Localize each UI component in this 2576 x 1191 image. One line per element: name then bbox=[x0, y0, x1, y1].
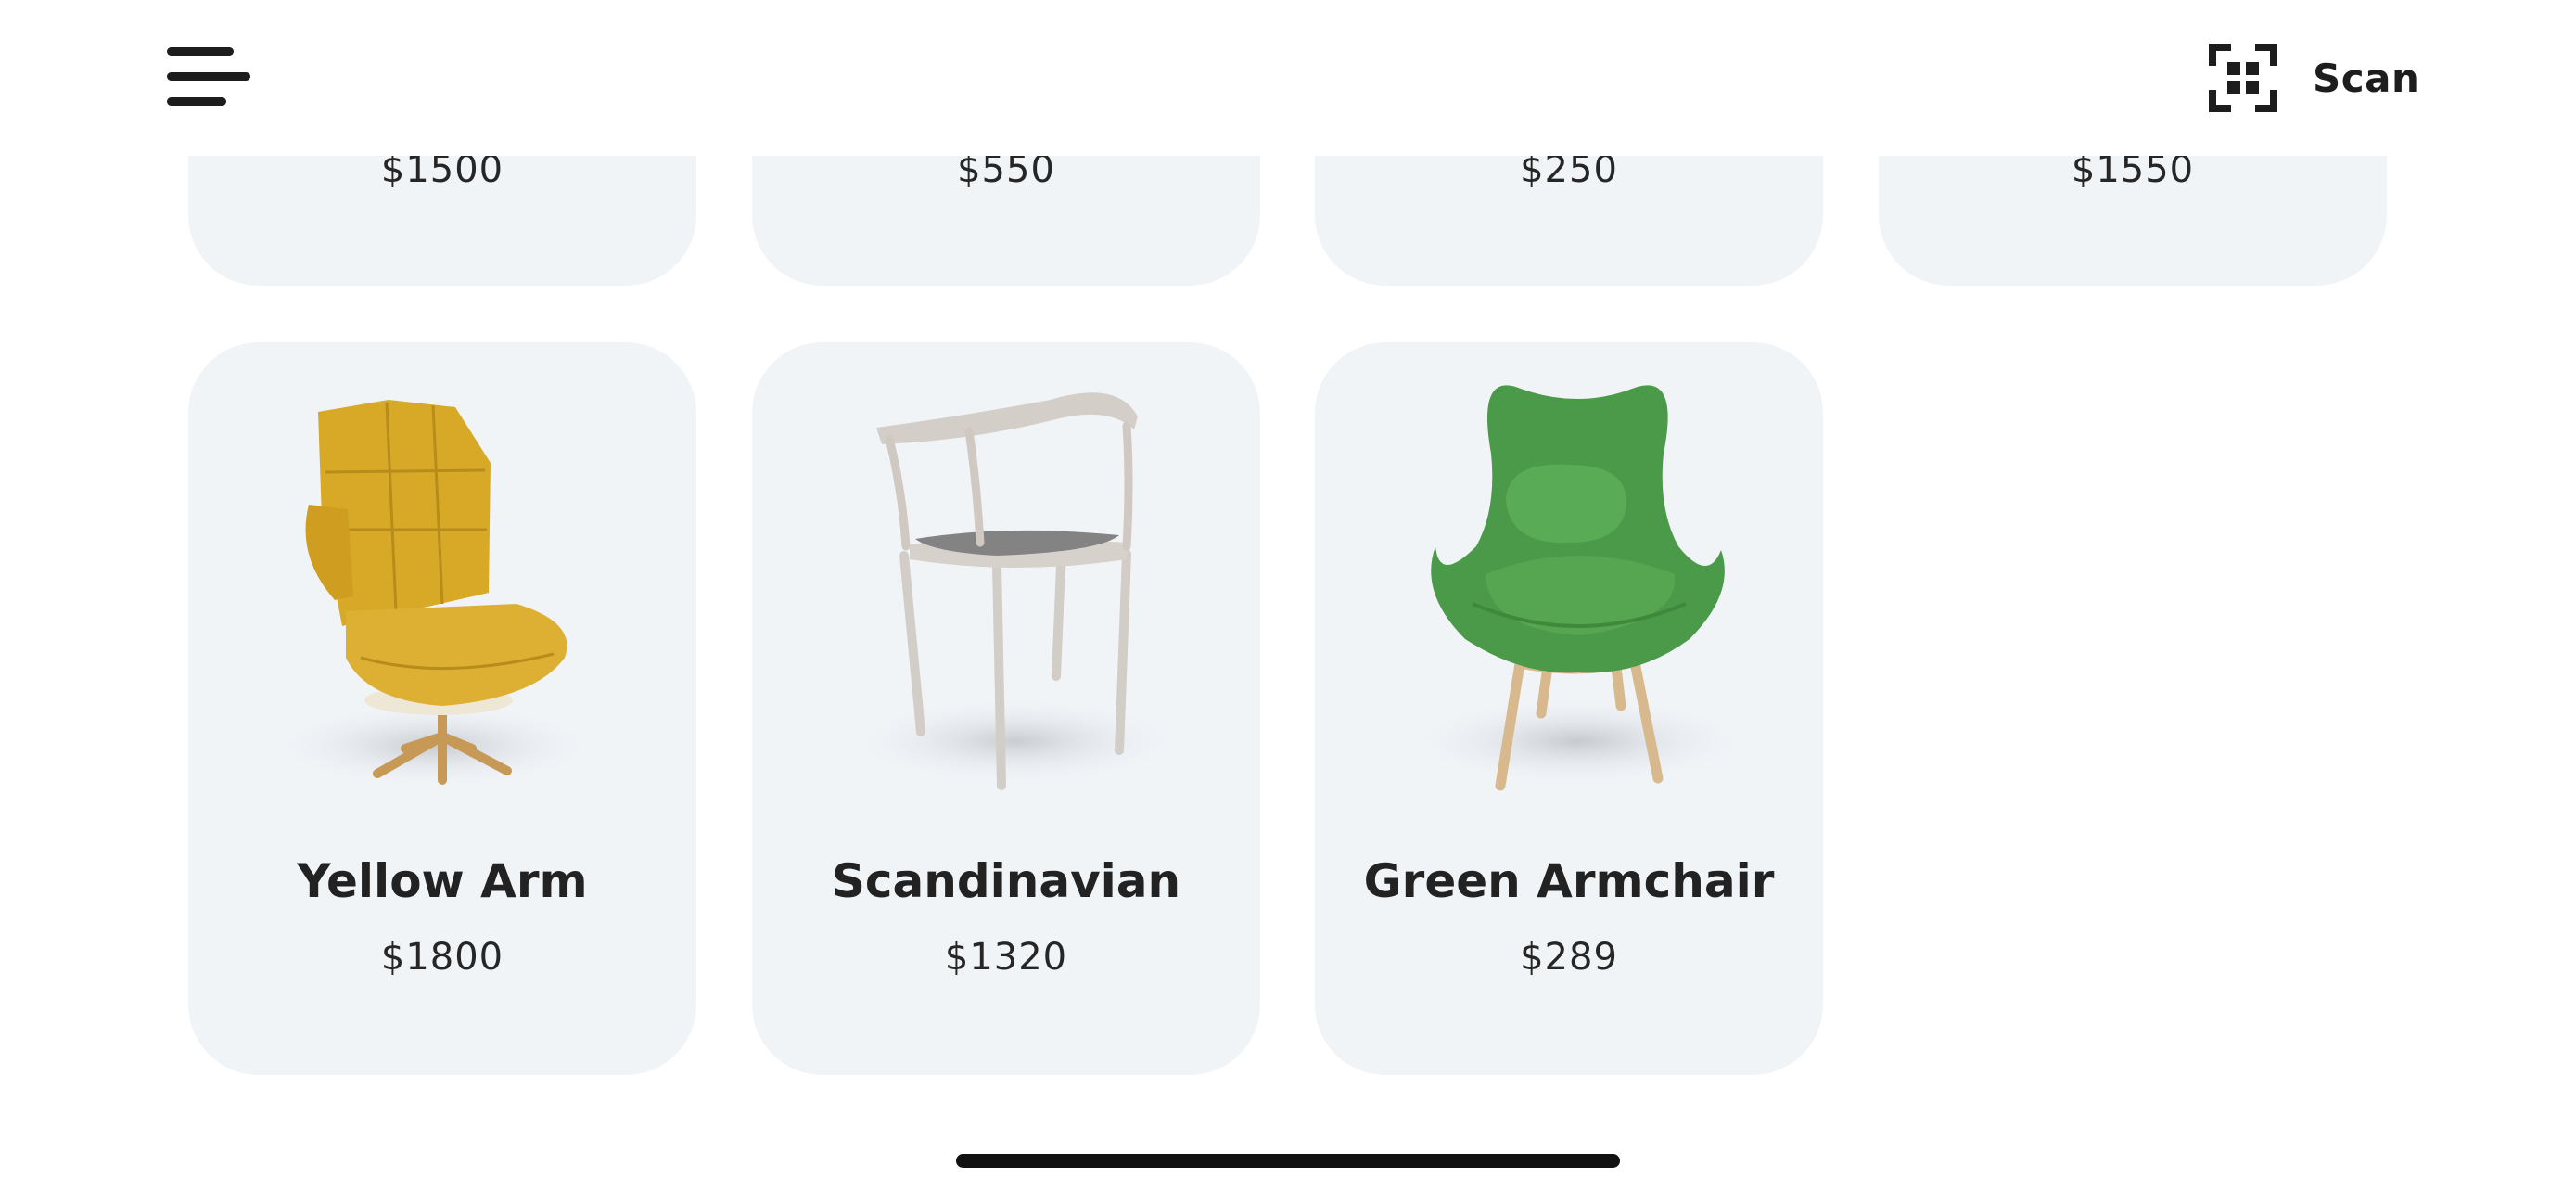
menu-line bbox=[167, 72, 250, 81]
green-armchair-image bbox=[1411, 385, 1745, 791]
product-card-yellow-arm[interactable]: Yellow Arm $1800 bbox=[188, 342, 696, 1075]
product-price: $1800 bbox=[380, 936, 504, 979]
menu-line bbox=[167, 97, 226, 106]
scandinavian-wood-chair-image bbox=[853, 392, 1178, 790]
menu-line bbox=[167, 47, 234, 56]
top-bar: Scan bbox=[0, 0, 2576, 156]
product-name: Yellow Arm bbox=[297, 854, 588, 908]
product-card-green-armchair[interactable]: Green Armchair $289 bbox=[1315, 342, 1823, 1075]
product-price: $289 bbox=[1520, 936, 1618, 979]
scan-button[interactable]: Scan bbox=[2207, 41, 2419, 115]
product-name: Green Armchair bbox=[1363, 854, 1775, 908]
product-name: Scandinavian bbox=[831, 854, 1181, 908]
product-price: $1320 bbox=[944, 936, 1068, 979]
yellow-lounge-chair-image bbox=[275, 400, 591, 787]
hamburger-menu-icon[interactable] bbox=[165, 45, 252, 111]
product-card-scandinavian[interactable]: Scandinavian $1320 bbox=[752, 342, 1260, 1075]
product-catalog-screen: $1500 $550 $250 $1550 Scan Yellow Arm $1… bbox=[0, 0, 2576, 1191]
scan-qr-icon bbox=[2209, 44, 2277, 112]
home-indicator[interactable] bbox=[956, 1154, 1620, 1168]
scan-label: Scan bbox=[2313, 55, 2420, 101]
